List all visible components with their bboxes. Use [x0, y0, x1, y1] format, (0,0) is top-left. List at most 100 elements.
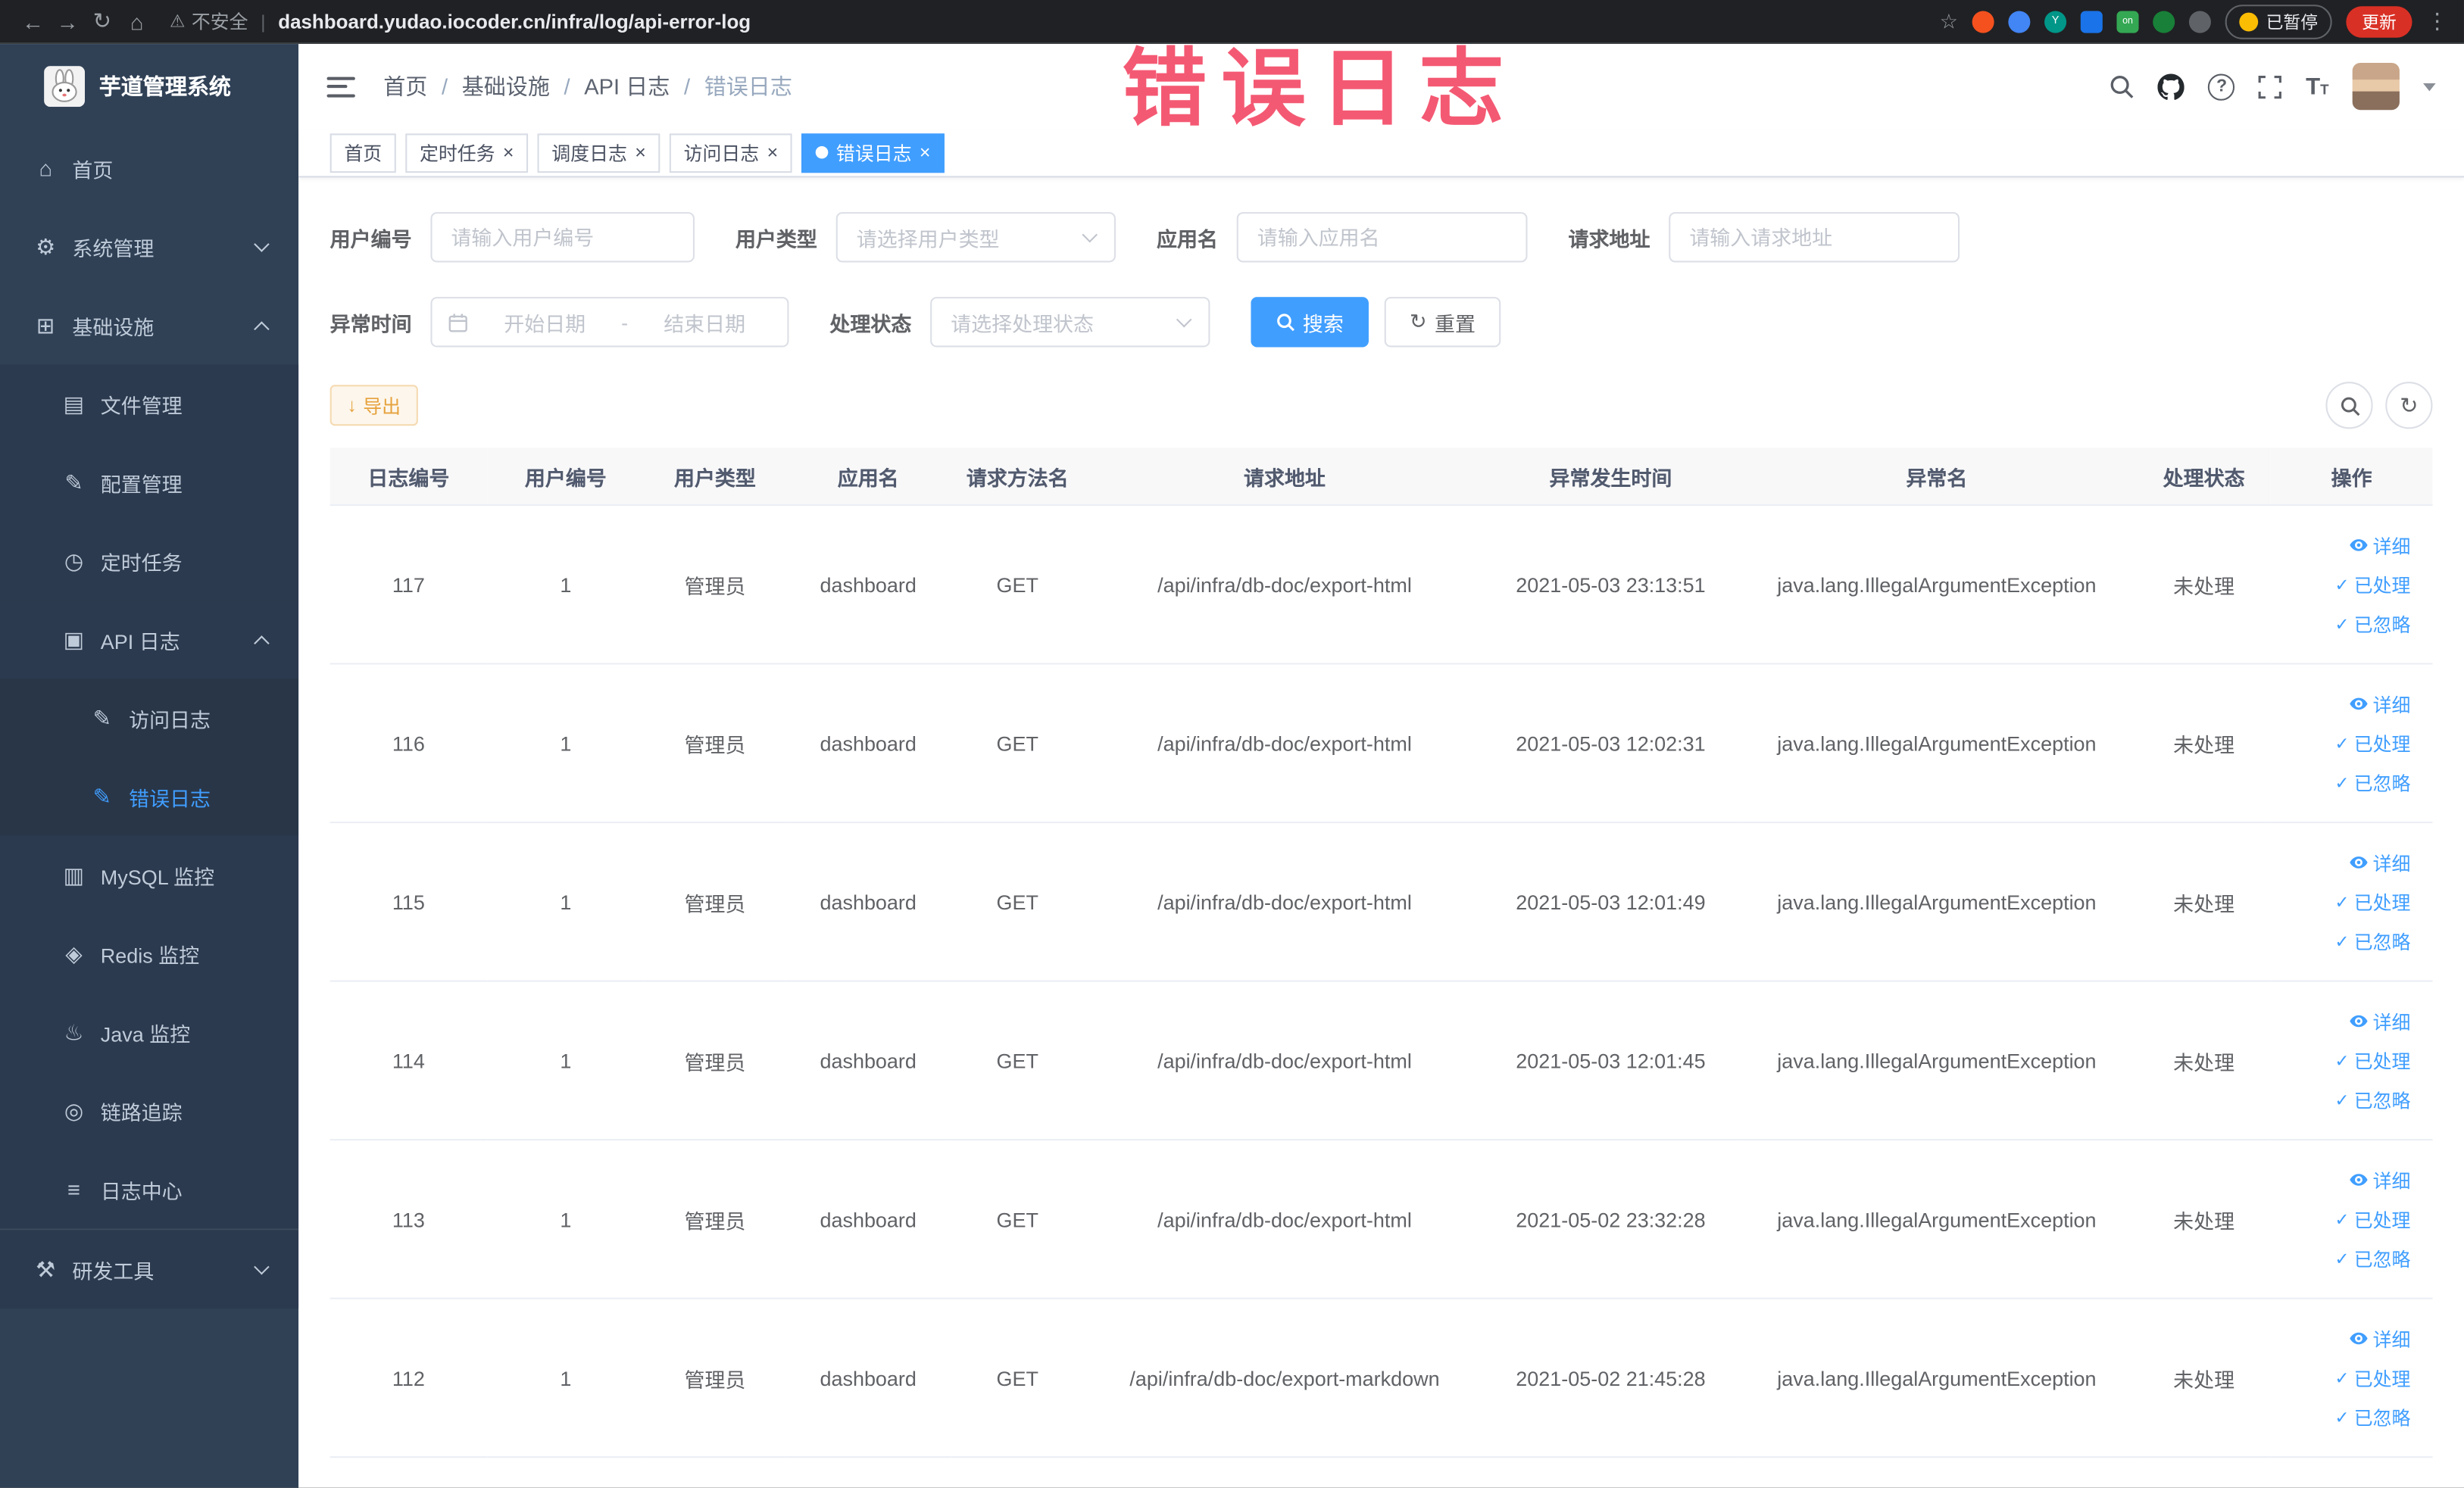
sidebar-item-access-log[interactable]: ✎ 访问日志: [0, 678, 299, 757]
reload-icon[interactable]: ↻: [85, 8, 120, 34]
action-detail[interactable]: 详细: [2277, 1160, 2410, 1199]
kebab-menu-icon[interactable]: ⋮: [2426, 8, 2448, 34]
hamburger-icon[interactable]: [326, 76, 355, 97]
extension-icon[interactable]: [2188, 10, 2211, 33]
cell-request-url: /api/infra/db-doc/export-html: [1084, 504, 1485, 665]
cell-user-id: 1: [487, 1298, 645, 1458]
date-separator: -: [621, 310, 629, 334]
paused-chip[interactable]: 已暂停: [2225, 4, 2332, 39]
back-icon[interactable]: ←: [16, 8, 51, 33]
app-logo[interactable]: 芋道管理系统: [0, 44, 298, 129]
extension-icon[interactable]: [1972, 10, 1994, 33]
close-icon[interactable]: ×: [635, 143, 646, 162]
sidebar-item-error-log[interactable]: ✎ 错误日志: [0, 756, 299, 836]
sidebar-item-log-center[interactable]: ≡ 日志中心: [0, 1150, 299, 1229]
close-icon[interactable]: ×: [767, 143, 779, 162]
help-icon[interactable]: ?: [2208, 73, 2235, 100]
close-icon[interactable]: ×: [920, 143, 931, 162]
cell-user-id: 1: [487, 504, 645, 665]
tab-home[interactable]: 首页: [329, 133, 396, 173]
search-icon[interactable]: [2110, 74, 2135, 99]
action-label: 详细: [2372, 1328, 2411, 1351]
refresh-button[interactable]: ↻: [2385, 382, 2433, 429]
search-button[interactable]: 搜索: [1251, 297, 1369, 348]
calendar-icon: [448, 313, 467, 332]
action-ignored[interactable]: ✓ 已忽略: [2277, 1239, 2410, 1278]
tab-access-log[interactable]: 访问日志 ×: [669, 133, 792, 173]
tab-error-log[interactable]: 错误日志 ×: [801, 133, 945, 173]
action-detail[interactable]: 详细: [2277, 684, 2410, 723]
sidebar-item-redis-monitor[interactable]: ◈ Redis 监控: [0, 914, 299, 994]
cell-user-type: 管理员: [644, 1298, 786, 1458]
breadcrumb-infra[interactable]: 基础设施: [462, 70, 550, 101]
action-processed[interactable]: ✓ 已处理: [2277, 723, 2410, 763]
tab-schedule-log[interactable]: 调度日志 ×: [537, 133, 661, 173]
action-processed[interactable]: ✓ 已处理: [2277, 1040, 2410, 1080]
error-log-table: 日志编号 用户编号 用户类型 应用名 请求方法名 请求地址 异常发生时间 异常名…: [329, 448, 2433, 1458]
action-processed[interactable]: ✓ 已处理: [2277, 1199, 2410, 1239]
action-detail[interactable]: 详细: [2277, 526, 2410, 565]
cell-method: GET: [951, 822, 1085, 982]
tab-scheduled-jobs[interactable]: 定时任务 ×: [405, 133, 529, 173]
sidebar-item-trace[interactable]: ◎ 链路追踪: [0, 1071, 299, 1150]
browser-home-icon[interactable]: ⌂: [120, 8, 155, 33]
font-size-icon[interactable]: TT: [2306, 75, 2328, 98]
action-label: 已处理: [2353, 1209, 2411, 1231]
extension-icon[interactable]: [2080, 10, 2103, 33]
table-row: 112 1 管理员 dashboard GET /api/infra/db-do…: [329, 1298, 2433, 1458]
action-detail[interactable]: 详细: [2277, 1319, 2410, 1359]
breadcrumb: 首页 / 基础设施 / API 日志 / 错误日志: [383, 70, 792, 101]
action-label: 已忽略: [2353, 1406, 2411, 1429]
cell-user-type: 管理员: [644, 981, 786, 1141]
sidebar-item-file-manage[interactable]: ▤ 文件管理: [0, 364, 299, 444]
sidebar-item-scheduled-jobs[interactable]: ◷ 定时任务: [0, 521, 299, 601]
request-url-input[interactable]: [1669, 212, 1960, 263]
github-icon[interactable]: [2158, 73, 2185, 99]
sidebar-item-mysql-monitor[interactable]: ▥ MySQL 监控: [0, 835, 299, 915]
address-bar[interactable]: ⚠ 不安全 | dashboard.yudao.iocoder.cn/infra…: [170, 8, 1940, 34]
sidebar-item-api-log[interactable]: ▣ API 日志: [0, 600, 299, 679]
action-ignored[interactable]: ✓ 已忽略: [2277, 604, 2410, 644]
export-button[interactable]: ↓ 导出: [329, 385, 418, 426]
extension-icon[interactable]: [2153, 10, 2175, 33]
action-detail[interactable]: 详细: [2277, 843, 2410, 882]
action-detail[interactable]: 详细: [2277, 1002, 2410, 1041]
browser-actions: ☆ Y on 已暂停 更新 ⋮: [1940, 4, 2448, 39]
sidebar-item-config-manage[interactable]: ✎ 配置管理: [0, 443, 299, 522]
action-ignored[interactable]: ✓ 已忽略: [2277, 763, 2410, 802]
action-ignored[interactable]: ✓ 已忽略: [2277, 1080, 2410, 1119]
action-processed[interactable]: ✓ 已处理: [2277, 1358, 2410, 1397]
col-exception-name: 异常名: [1736, 448, 2138, 507]
action-processed[interactable]: ✓ 已处理: [2277, 882, 2410, 922]
forward-icon[interactable]: →: [50, 8, 85, 33]
action-ignored[interactable]: ✓ 已忽略: [2277, 922, 2410, 961]
breadcrumb-home[interactable]: 首页: [383, 70, 427, 101]
extension-icon[interactable]: on: [2116, 10, 2139, 33]
extension-icon[interactable]: Y: [2044, 10, 2067, 33]
breadcrumb-api-log[interactable]: API 日志: [584, 70, 670, 101]
database-icon: ▥: [63, 861, 85, 887]
fullscreen-icon[interactable]: [2259, 74, 2282, 98]
cell-exception-time: 2021-05-03 12:02:31: [1485, 663, 1737, 824]
close-icon[interactable]: ×: [503, 143, 514, 162]
app-name-input[interactable]: [1236, 212, 1528, 263]
redis-icon: ◈: [65, 940, 83, 965]
extension-icon[interactable]: [2008, 10, 2031, 33]
bookmark-star-icon[interactable]: ☆: [1940, 8, 1958, 33]
exception-time-range-picker[interactable]: 开始日期 - 结束日期: [430, 297, 789, 348]
user-avatar[interactable]: [2352, 62, 2400, 111]
sidebar-item-java-monitor[interactable]: ♨ Java 监控: [0, 993, 299, 1072]
chevron-down-icon[interactable]: [2423, 82, 2436, 91]
sidebar-item-system-manage[interactable]: ⚙ 系统管理: [0, 207, 298, 286]
process-status-select[interactable]: 请选择处理状态: [930, 297, 1210, 348]
action-processed[interactable]: ✓ 已处理: [2277, 565, 2410, 604]
action-ignored[interactable]: ✓ 已忽略: [2277, 1397, 2410, 1437]
sidebar-item-infrastructure[interactable]: ⊞ 基础设施: [0, 286, 298, 365]
sidebar-item-dev-tools[interactable]: ⚒ 研发工具: [0, 1228, 299, 1309]
user-type-select[interactable]: 请选择用户类型: [835, 212, 1116, 263]
update-button[interactable]: 更新: [2346, 5, 2412, 37]
sidebar-item-home[interactable]: ⌂ 首页: [0, 129, 298, 207]
user-id-input[interactable]: [430, 212, 695, 263]
reset-button[interactable]: ↻ 重置: [1384, 297, 1501, 348]
toggle-search-button[interactable]: [2325, 382, 2373, 429]
